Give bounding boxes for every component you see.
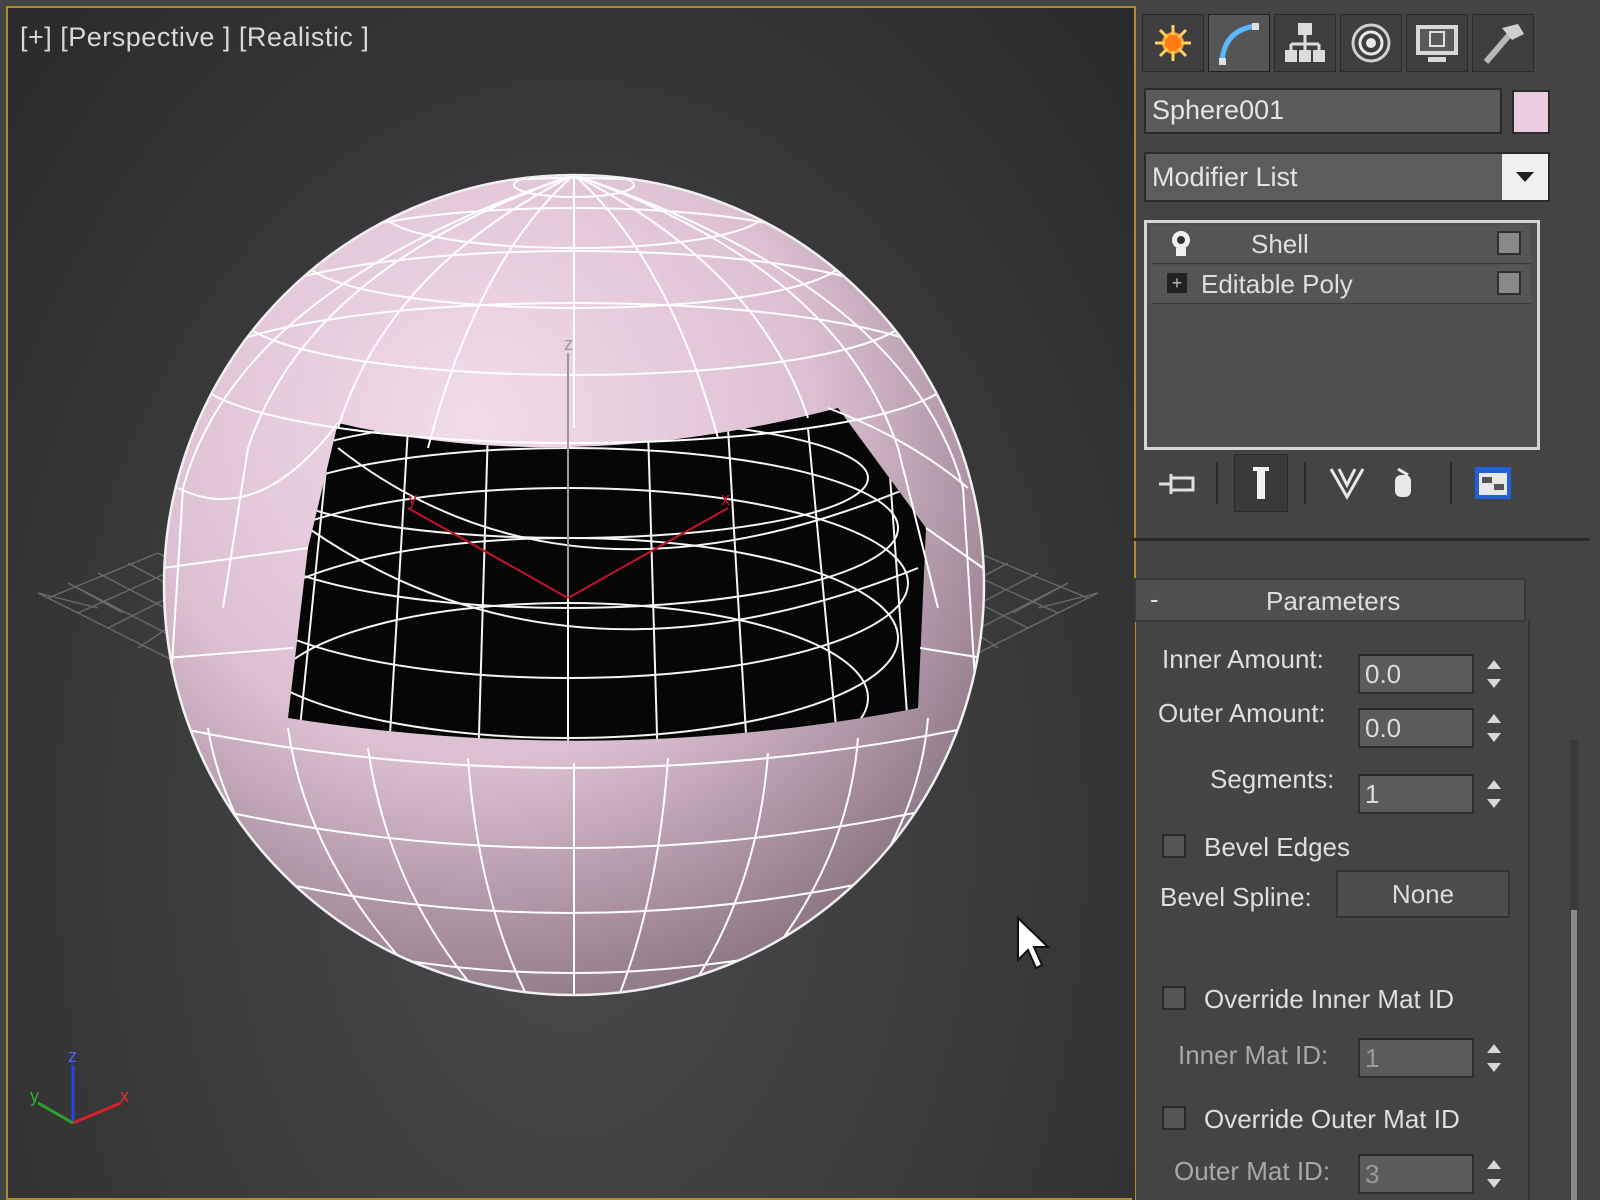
outer-mat-id-field[interactable]: 3 <box>1358 1154 1474 1194</box>
hierarchy-icon <box>1285 23 1325 62</box>
modify-icon <box>1219 23 1259 65</box>
collapse-icon[interactable]: - <box>1150 584 1159 615</box>
pivot-x-label: x <box>721 489 730 509</box>
object-color-swatch[interactable] <box>1512 90 1550 134</box>
outer-mat-id-spinner[interactable] <box>1482 1154 1506 1194</box>
stack-item-editable-poly[interactable]: + Editable Poly <box>1151 265 1531 304</box>
configure-sets-icon <box>1475 467 1511 499</box>
outer-amount-field[interactable]: 0.0 <box>1358 708 1474 748</box>
inner-mat-id-spinner[interactable] <box>1482 1038 1506 1078</box>
inner-amount-label: Inner Amount: <box>1162 644 1324 674</box>
modifier-list-label: Modifier List <box>1152 162 1298 192</box>
pivot-z-label: z <box>564 334 573 354</box>
outer-amount-label: Outer Amount: <box>1158 698 1326 728</box>
configure-sets-button[interactable] <box>1470 458 1516 508</box>
segments-field[interactable]: 1 <box>1358 774 1474 814</box>
modifier-list-arrow[interactable] <box>1502 154 1548 200</box>
segments-label: Segments: <box>1210 764 1335 794</box>
tab-motion[interactable] <box>1340 14 1402 72</box>
scrollbar-thumb[interactable] <box>1571 910 1577 1200</box>
bevel-edges-label: Bevel Edges <box>1204 832 1350 862</box>
tab-create[interactable] <box>1142 14 1204 72</box>
gizmo-x-label: x <box>120 1086 129 1106</box>
perspective-viewport[interactable]: z y x z x y [+] [Perspective ] [Realisti… <box>6 6 1136 1200</box>
override-outer-mat-id-label: Override Outer Mat ID <box>1204 1104 1460 1134</box>
modifier-stack[interactable]: Shell + Editable Poly <box>1144 220 1540 450</box>
segments-spinner[interactable] <box>1482 774 1506 814</box>
tab-hierarchy[interactable] <box>1274 14 1336 72</box>
viewport-label[interactable]: [+] [Perspective ] [Realistic ] <box>20 22 369 53</box>
display-icon <box>1416 25 1458 62</box>
lightbulb-icon[interactable] <box>1167 228 1195 260</box>
inner-mat-id-field[interactable]: 1 <box>1358 1038 1474 1078</box>
inner-amount-field[interactable]: 0.0 <box>1358 654 1474 694</box>
remove-modifier-button[interactable] <box>1380 458 1426 508</box>
bevel-edges-checkbox[interactable] <box>1162 834 1186 858</box>
make-unique-button[interactable] <box>1324 458 1370 508</box>
utilities-icon <box>1483 24 1524 64</box>
modifier-list-dropdown[interactable]: Modifier List <box>1144 152 1550 202</box>
override-inner-mat-id-label: Override Inner Mat ID <box>1204 984 1454 1014</box>
bevel-spline-button[interactable]: None <box>1336 870 1510 918</box>
gizmo-z-label: z <box>68 1046 77 1066</box>
parameters-rollout-header[interactable]: - Parameters <box>1134 578 1526 622</box>
shell-opening <box>288 408 926 741</box>
viewport-scene[interactable]: z y x z x y <box>8 8 1136 1200</box>
parameters-title: Parameters <box>1266 586 1401 616</box>
gizmo-y-label: y <box>30 1086 39 1106</box>
remove-modifier-icon <box>1395 467 1411 497</box>
show-end-result-button[interactable] <box>1234 454 1288 512</box>
stack-toggle[interactable] <box>1497 271 1521 295</box>
pin-stack-icon <box>1159 474 1195 494</box>
tab-display[interactable] <box>1406 14 1468 72</box>
make-unique-icon <box>1329 468 1365 501</box>
stack-item-label: Shell <box>1251 229 1309 259</box>
inner-amount-spinner[interactable] <box>1482 654 1506 694</box>
override-outer-mat-id-checkbox[interactable] <box>1162 1106 1186 1130</box>
tab-utilities[interactable] <box>1472 14 1534 72</box>
stack-item-label: Editable Poly <box>1201 269 1353 299</box>
stack-item-shell[interactable]: Shell <box>1151 225 1531 264</box>
inner-mat-id-label: Inner Mat ID: <box>1178 1040 1329 1070</box>
override-inner-mat-id-checkbox[interactable] <box>1162 986 1186 1010</box>
show-end-result-icon <box>1253 467 1269 499</box>
tab-modify[interactable] <box>1208 14 1270 72</box>
pin-stack-button[interactable] <box>1154 458 1200 508</box>
chevron-down-icon <box>1516 172 1534 182</box>
object-name-field[interactable]: Sphere001 <box>1144 88 1502 134</box>
world-axis-gizmo: z x y <box>30 1046 129 1125</box>
outer-mat-id-label: Outer Mat ID: <box>1174 1156 1331 1186</box>
mouse-cursor <box>1017 915 1051 970</box>
stack-toggle[interactable] <box>1497 231 1521 255</box>
expand-plus-icon[interactable]: + <box>1167 273 1187 293</box>
motion-icon <box>1351 23 1391 63</box>
create-icon <box>1155 25 1191 61</box>
bevel-spline-label: Bevel Spline: <box>1160 882 1312 912</box>
outer-amount-spinner[interactable] <box>1482 708 1506 748</box>
panel-scrollbar[interactable] <box>1570 740 1578 1200</box>
command-panel: Sphere001 Modifier List Shell + Editable… <box>1130 0 1600 1200</box>
pivot-y-label: y <box>408 489 417 509</box>
divider <box>1130 538 1590 541</box>
